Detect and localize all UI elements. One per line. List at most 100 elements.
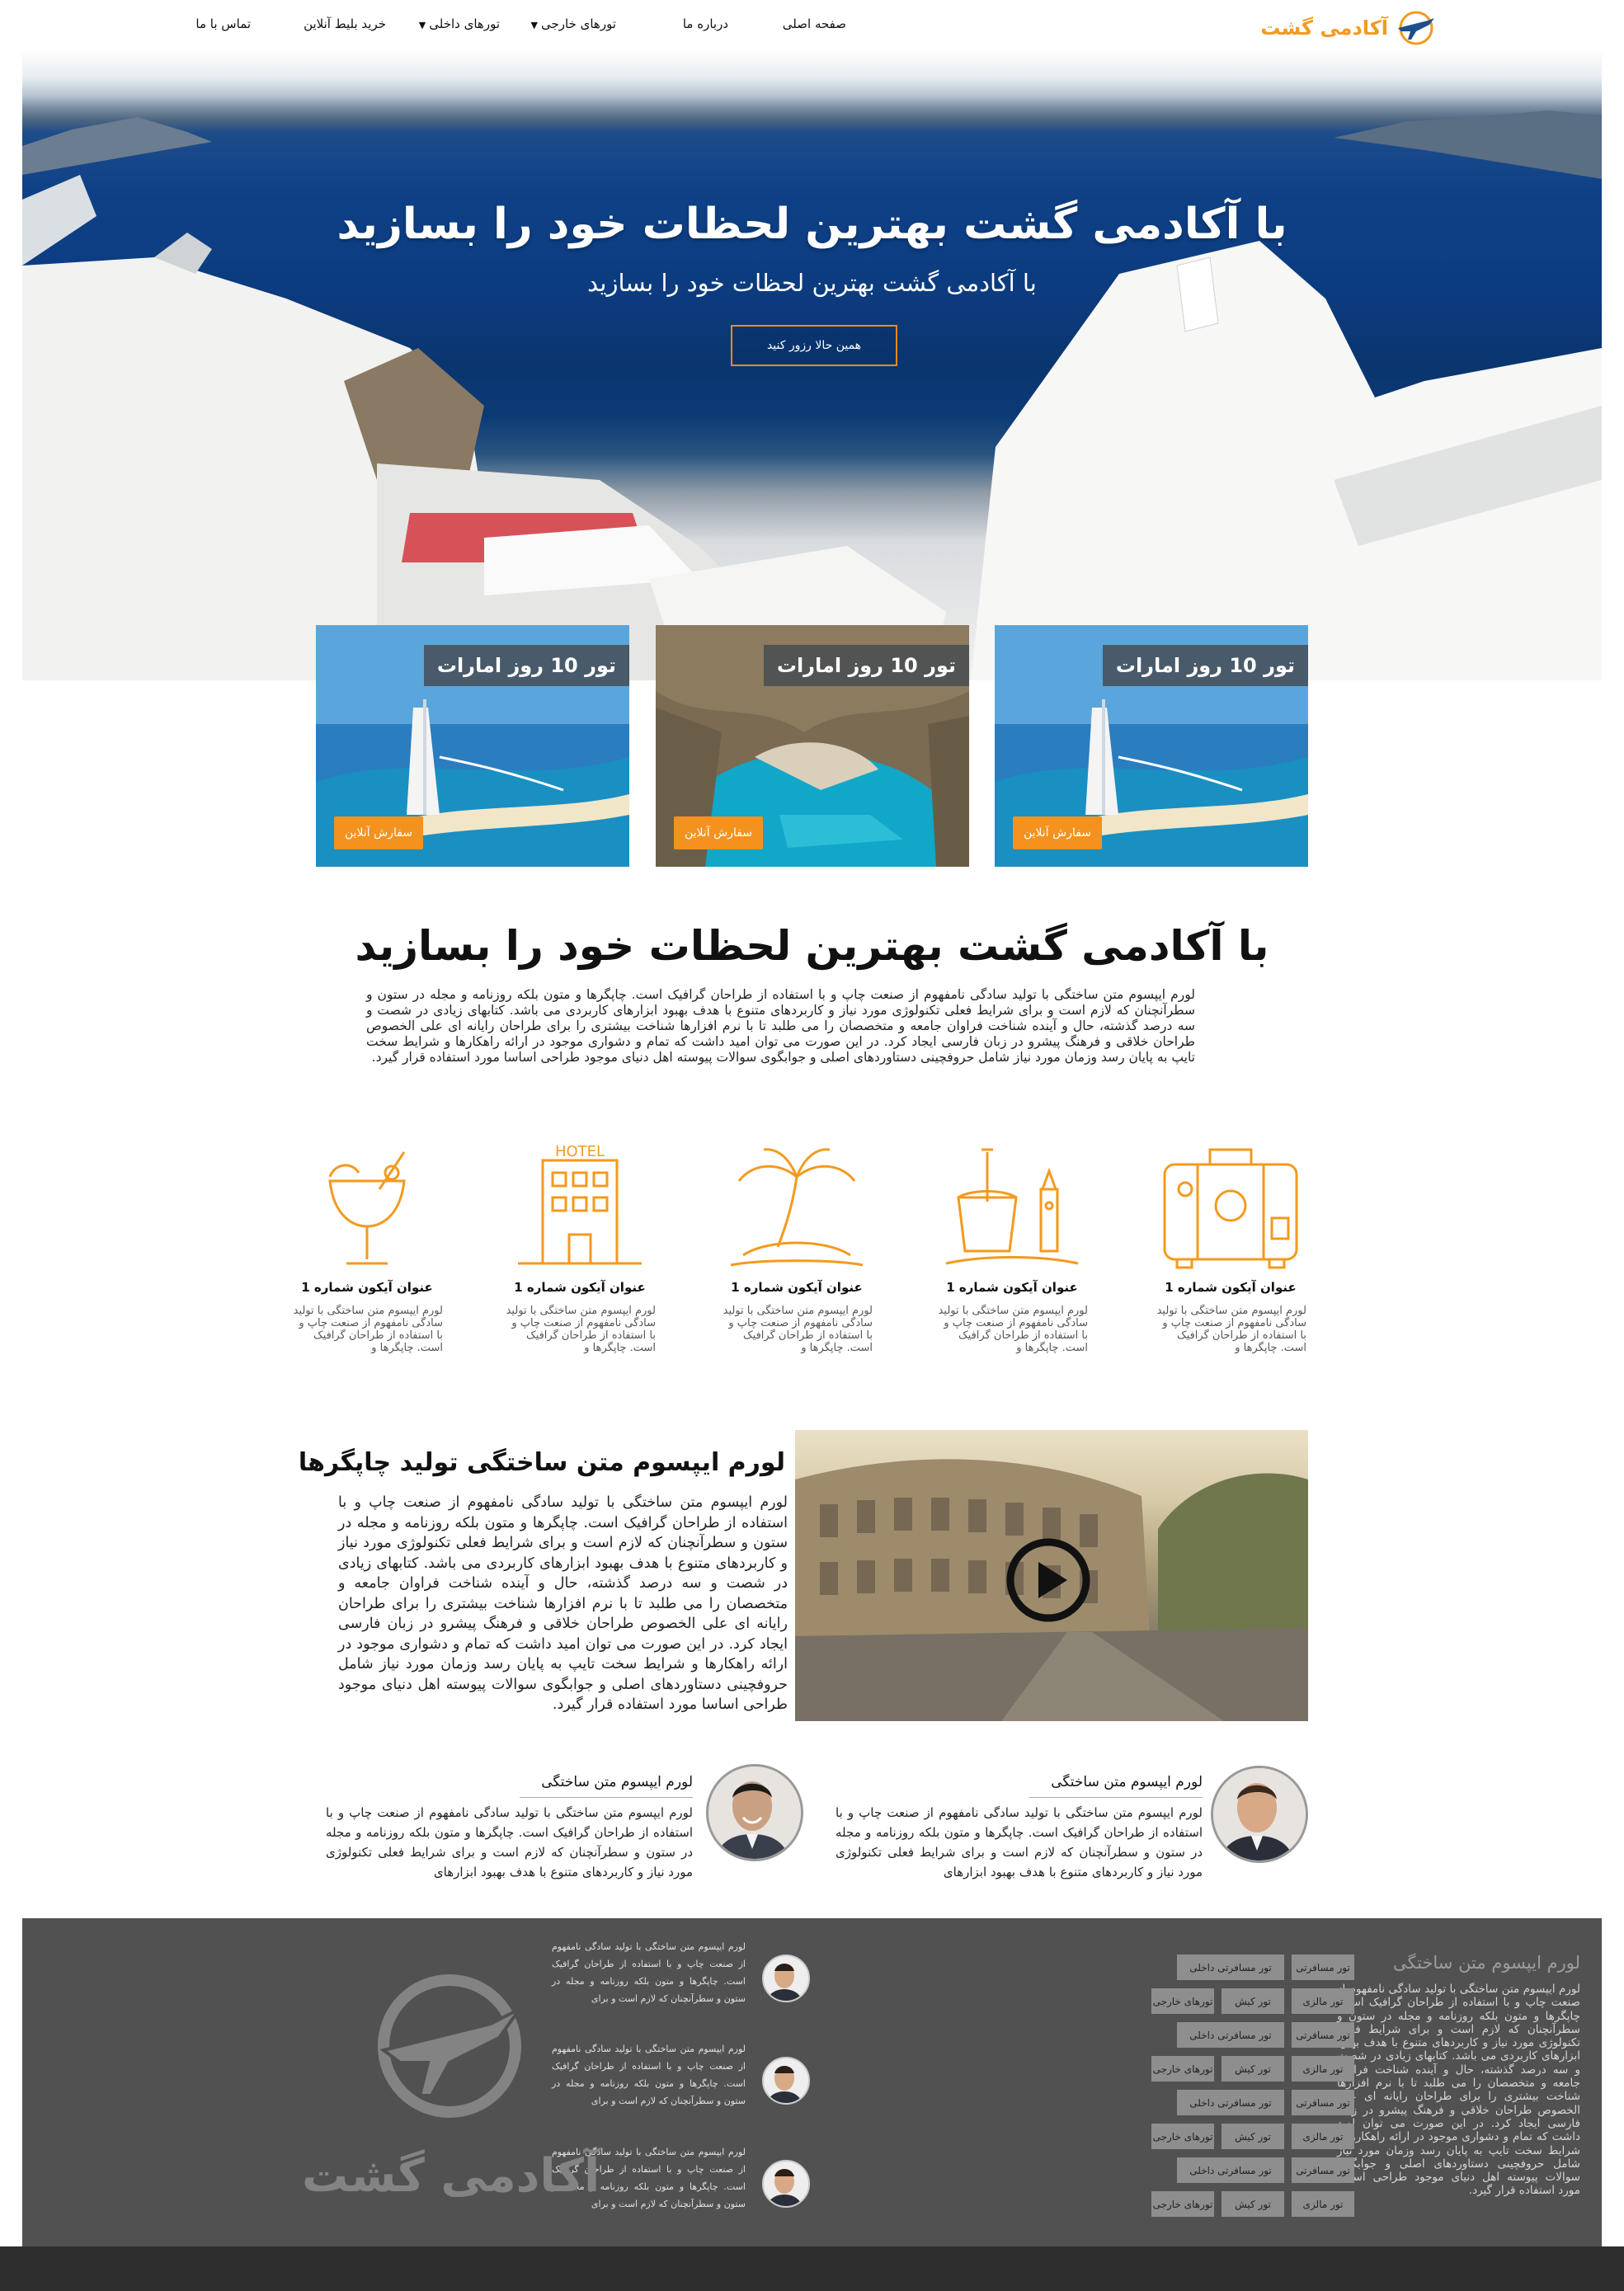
video-player[interactable] xyxy=(795,1430,1308,1721)
intro-title: با آکادمی گشت بهترین لحظات خود را بسازید xyxy=(355,922,1269,970)
video-section-heading: لورم ایپسوم متن ساختگی تولید چاپگرها xyxy=(298,1448,785,1477)
avatar xyxy=(762,2057,810,2105)
footer-tag-link[interactable]: تور کیش xyxy=(1222,2191,1284,2217)
footer-tag-link[interactable]: تور مسافرتی داخلی xyxy=(1177,2157,1284,2183)
hero-banner: با آکادمی گشت بهترین لحظات خود را بسازید… xyxy=(22,51,1602,680)
nav-domestic-tours[interactable]: تورهای داخلی▼ xyxy=(419,16,500,31)
footer-tag-link[interactable]: تور کیش xyxy=(1222,2124,1284,2149)
feature-item: عنوان آیکون شماره 1 لورم ایپسوم متن ساخت… xyxy=(930,1140,1094,1354)
footer-tag-link[interactable]: تور مالزی xyxy=(1292,2056,1354,2082)
feature-title: عنوان آیکون شماره 1 xyxy=(946,1280,1078,1295)
feature-text: لورم ایپسوم متن ساختگی با تولید سادگی نا… xyxy=(938,1305,1088,1354)
feature-item: عنوان آیکون شماره 1 لورم ایپسوم متن ساخت… xyxy=(714,1140,879,1354)
intro-body: لورم ایپسوم متن ساختگی با تولید سادگی نا… xyxy=(366,987,1195,1065)
nav-foreign-tours-label: تورهای خارجی xyxy=(540,16,616,31)
plane-logo-icon xyxy=(1398,11,1434,45)
divider xyxy=(1029,1797,1203,1798)
testimonial-text: لورم ایپسوم متن ساختگی با تولید سادگی نا… xyxy=(326,1805,693,1879)
feature-text: لورم ایپسوم متن ساختگی با تولید سادگی نا… xyxy=(293,1305,443,1354)
footer-text: لورم ایپسوم متن ساختگی با تولید سادگی نا… xyxy=(1337,1983,1580,2198)
feature-title: عنوان آیکون شماره 1 xyxy=(1165,1280,1297,1295)
avatar xyxy=(762,2160,810,2208)
feature-title: عنوان آیکون شماره 1 xyxy=(731,1280,863,1295)
testimonial-card: لورم ایپسوم متن ساختگی لورم ایپسوم متن س… xyxy=(322,1764,803,1898)
palm-island-icon xyxy=(730,1148,864,1267)
person-photo-icon xyxy=(766,2066,803,2103)
tour-title: تور 10 روز امارات xyxy=(423,645,629,686)
footer-news-item[interactable]: لورم ایپسوم متن ساختگی با تولید سادگی نا… xyxy=(550,2040,810,2131)
feature-title: عنوان آیکون شماره 1 xyxy=(514,1280,646,1295)
hotel-icon: HOTEL xyxy=(518,1143,642,1265)
nav-domestic-tours-label: تورهای داخلی xyxy=(429,16,500,31)
footer-bottom-bar xyxy=(0,2246,1624,2291)
tour-title: تور 10 روز امارات xyxy=(1102,645,1308,686)
person-photo-icon xyxy=(766,2169,803,2206)
footer-tag-link[interactable]: تورهای خارجی xyxy=(1151,2056,1214,2082)
news-text: لورم ایپسوم متن ساختگی با تولید سادگی نا… xyxy=(552,1941,746,2004)
logo[interactable]: آکادمی گشت xyxy=(1260,7,1441,48)
footer-news-item[interactable]: لورم ایپسوم متن ساختگی با تولید سادگی نا… xyxy=(550,1938,810,2029)
person-photo-icon xyxy=(1213,1768,1306,1861)
footer-tag-link[interactable]: تورهای خارجی xyxy=(1151,1988,1214,2014)
nav-buy-ticket[interactable]: خرید بلیط آنلاین xyxy=(304,16,386,31)
caret-down-icon: ▼ xyxy=(530,20,538,31)
footer-tag-link[interactable]: تور کیش xyxy=(1222,2056,1284,2082)
footer-tag-link[interactable]: تور مسافرتی xyxy=(1292,2022,1354,2048)
footer: لورم ایپسوم متن ساختگی لورم ایپسوم متن س… xyxy=(22,1918,1602,2246)
footer-tag-link[interactable]: تور مسافرتی xyxy=(1292,1955,1354,1980)
plane-logo-icon xyxy=(378,1974,521,2118)
order-online-button[interactable]: سفارش آنلاین xyxy=(674,816,763,849)
order-online-button[interactable]: سفارش آنلاین xyxy=(334,816,423,849)
feature-text: لورم ایپسوم متن ساختگی با تولید سادگی نا… xyxy=(723,1305,873,1354)
footer-tag-link[interactable]: تور مالزی xyxy=(1292,2124,1354,2149)
testimonial-card: لورم ایپسوم متن ساختگی لورم ایپسوم متن س… xyxy=(831,1766,1310,1898)
nav-contact[interactable]: تماس با ما xyxy=(195,16,251,31)
testimonial-name: لورم ایپسوم متن ساختگی xyxy=(541,1774,693,1790)
tour-card[interactable]: تور 10 روز امارات سفارش آنلاین xyxy=(995,625,1308,867)
feature-item: عنوان آیکون شماره 1 لورم ایپسوم متن ساخت… xyxy=(1148,1140,1313,1354)
reserve-now-button[interactable]: همین حالا رزور کنید xyxy=(731,325,897,366)
order-online-button[interactable]: سفارش آنلاین xyxy=(1013,816,1102,849)
footer-tag-link[interactable]: تور مسافرتی داخلی xyxy=(1177,1955,1284,1980)
video-section-text: لورم ایپسوم متن ساختگی با تولید سادگی نا… xyxy=(338,1494,788,1713)
nav-foreign-tours[interactable]: تورهای خارجی▼ xyxy=(531,16,617,31)
hero-title: با آکادمی گشت بهترین لحظات خود را بسازید xyxy=(337,200,1287,249)
nav-about[interactable]: درباره ما xyxy=(683,16,728,31)
tour-card[interactable]: تور 10 روز امارات سفارش آنلاین xyxy=(656,625,969,867)
brand-name: آکادمی گشت xyxy=(1260,16,1388,40)
cocktail-icon xyxy=(328,1151,406,1265)
avatar xyxy=(706,1764,803,1861)
footer-tag-link[interactable]: تور کیش xyxy=(1222,1988,1284,2014)
footer-brand-name: آکادمی گشت xyxy=(302,2149,600,2203)
footer-tag-link[interactable]: تورهای خارجی xyxy=(1151,2191,1214,2217)
person-photo-icon xyxy=(708,1766,801,1859)
hero-subtitle: با آکادمی گشت بهترین لحظات خود را بسازید xyxy=(587,269,1037,297)
suitcase-icon xyxy=(1163,1148,1298,1269)
testimonial-name: لورم ایپسوم متن ساختگی xyxy=(1051,1774,1203,1790)
footer-tag-link[interactable]: تور مسافرتی xyxy=(1292,2090,1354,2115)
footer-tag-link[interactable]: تور مالزی xyxy=(1292,2191,1354,2217)
caret-down-icon: ▼ xyxy=(418,20,426,31)
hotel-sign-text: HOTEL xyxy=(555,1143,605,1160)
feature-item: عنوان آیکون شماره 1 لورم ایپسوم متن ساخت… xyxy=(285,1140,450,1354)
news-text: لورم ایپسوم متن ساختگی با تولید سادگی نا… xyxy=(552,2044,746,2106)
footer-tag-link[interactable]: تور مسافرتی داخلی xyxy=(1177,2090,1284,2115)
top-nav: آکادمی گشت صفحه اصلی درباره ما تورهای خا… xyxy=(0,0,1624,51)
feature-text: لورم ایپسوم متن ساختگی با تولید سادگی نا… xyxy=(1156,1305,1306,1354)
tour-card[interactable]: تور 10 روز امارات سفارش آنلاین xyxy=(316,625,629,867)
feature-item: HOTEL عنوان آیکون شماره 1 لورم ایپسوم مت… xyxy=(497,1140,662,1354)
avatar xyxy=(1211,1766,1308,1863)
feature-text: لورم ایپسوم متن ساختگی با تولید سادگی نا… xyxy=(506,1305,656,1354)
divider xyxy=(520,1797,693,1798)
footer-tag-link[interactable]: تور مسافرتی xyxy=(1292,2157,1354,2183)
footer-tag-link[interactable]: تور مالزی xyxy=(1292,1988,1354,2014)
person-photo-icon xyxy=(766,1964,803,2001)
footer-tag-link[interactable]: تورهای خارجی xyxy=(1151,2124,1214,2149)
testimonial-text: لورم ایپسوم متن ساختگی با تولید سادگی نا… xyxy=(836,1805,1203,1879)
avatar xyxy=(762,1955,810,2002)
footer-tag-link[interactable]: تور مسافرتی داخلی xyxy=(1177,2022,1284,2048)
tour-title: تور 10 روز امارات xyxy=(763,645,969,686)
nav-home[interactable]: صفحه اصلی xyxy=(783,16,846,31)
footer-heading: لورم ایپسوم متن ساختگی xyxy=(1392,1953,1580,1973)
play-icon[interactable] xyxy=(1005,1537,1091,1623)
